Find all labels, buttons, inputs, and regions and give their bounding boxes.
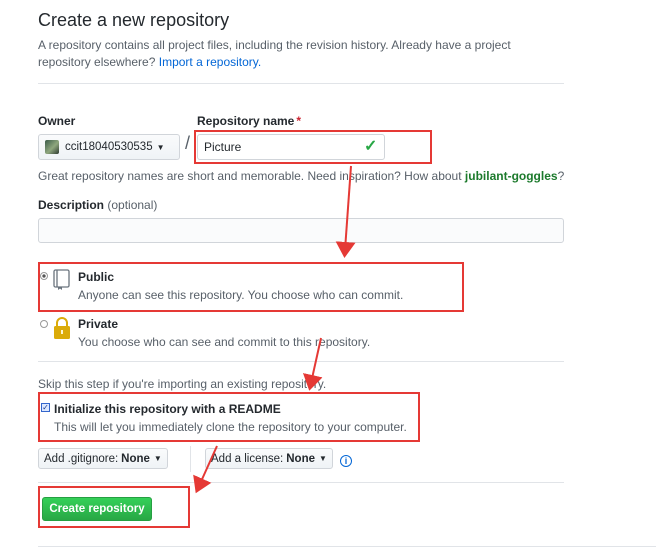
arrow-to-readme <box>302 337 323 391</box>
annotation-arrows <box>193 165 356 494</box>
arrow-to-create <box>193 445 218 494</box>
arrow-to-public <box>335 165 356 258</box>
